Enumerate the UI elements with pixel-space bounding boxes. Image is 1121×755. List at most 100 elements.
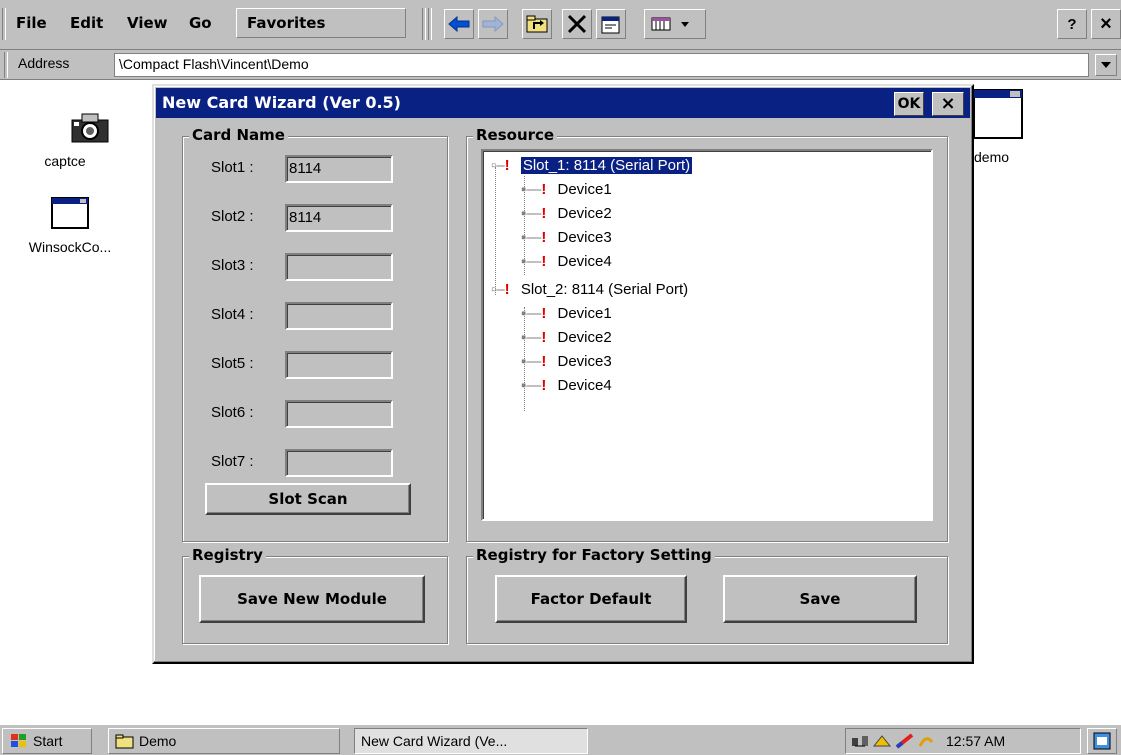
help-button[interactable]: ? bbox=[1057, 9, 1087, 39]
slot5-field[interactable] bbox=[285, 351, 393, 379]
tree-branch-icon: ▪— bbox=[521, 229, 542, 246]
tree-node-device[interactable]: ▪—! Device4 bbox=[521, 251, 612, 273]
slot2-label: Slot2 : bbox=[211, 208, 254, 225]
dialog-close-button[interactable]: × bbox=[932, 92, 964, 116]
address-input[interactable]: \Compact Flash\Vincent\Demo bbox=[114, 53, 1089, 77]
menu-bar: File Edit View Go Favorites ? × bbox=[0, 0, 1121, 50]
tree-node-label: Device1 bbox=[557, 181, 612, 198]
slot-scan-button[interactable]: Slot Scan bbox=[205, 483, 411, 515]
tree-branch-icon: ▪— bbox=[521, 253, 542, 270]
window-close-button[interactable]: × bbox=[1091, 9, 1121, 39]
warning-icon: ! bbox=[541, 329, 547, 346]
address-dropdown-button[interactable] bbox=[1095, 54, 1117, 76]
dialog-title: New Card Wizard (Ver 0.5) bbox=[162, 93, 401, 112]
desktop-icon-captce[interactable]: captce bbox=[36, 110, 136, 169]
slot1-field[interactable]: 8114 bbox=[285, 155, 393, 183]
taskbar-demo-button[interactable]: Demo bbox=[108, 728, 340, 754]
tree-branch-icon: ▪— bbox=[521, 377, 542, 394]
dialog-titlebar[interactable]: New Card Wizard (Ver 0.5) OK × bbox=[156, 88, 970, 118]
view-menu-button[interactable] bbox=[644, 9, 706, 39]
tree-node-device[interactable]: ▪—! Device1 bbox=[521, 179, 612, 201]
tree-node-label: Device4 bbox=[557, 377, 612, 394]
slot3-field[interactable] bbox=[285, 253, 393, 281]
save-new-module-label: Save New Module bbox=[237, 590, 387, 608]
resource-tree[interactable]: ▫–! Slot_1: 8114 (Serial Port) ▪—! Devic… bbox=[481, 149, 933, 521]
factor-default-button[interactable]: Factor Default bbox=[495, 575, 687, 623]
delete-button[interactable] bbox=[562, 9, 592, 39]
tree-node-device[interactable]: ▪—! Device1 bbox=[521, 303, 612, 325]
slot2-field[interactable]: 8114 bbox=[285, 204, 393, 232]
card-name-title: Card Name bbox=[189, 126, 288, 144]
desktop-switch-button[interactable] bbox=[1087, 728, 1117, 754]
pen-icon[interactable] bbox=[894, 732, 916, 750]
slot4-label: Slot4 : bbox=[211, 306, 254, 323]
properties-icon bbox=[601, 16, 620, 34]
factory-save-button[interactable]: Save bbox=[723, 575, 917, 623]
tree-node-label: Device4 bbox=[557, 253, 612, 270]
save-new-module-button[interactable]: Save New Module bbox=[199, 575, 425, 623]
slot6-field[interactable] bbox=[285, 400, 393, 428]
slot4-field[interactable] bbox=[285, 302, 393, 330]
menu-edit[interactable]: Edit bbox=[70, 10, 103, 36]
tree-node-device[interactable]: ▪—! Device3 bbox=[521, 227, 612, 249]
address-bar: Address \Compact Flash\Vincent\Demo bbox=[0, 50, 1121, 80]
addressbar-grip[interactable] bbox=[4, 52, 8, 78]
collapse-icon: ▫– bbox=[491, 157, 505, 174]
close-icon: × bbox=[940, 93, 956, 114]
taskbar-wizard-button[interactable]: New Card Wizard (Ve... bbox=[354, 728, 588, 754]
menu-favorites[interactable]: Favorites bbox=[236, 8, 406, 38]
usb-icon[interactable] bbox=[872, 732, 894, 750]
tree-node-slot2[interactable]: ▫–! Slot_2: 8114 (Serial Port) bbox=[491, 279, 688, 301]
toolbar-grip-2[interactable] bbox=[428, 8, 432, 40]
slot7-field[interactable] bbox=[285, 449, 393, 477]
tree-node-device[interactable]: ▪—! Device3 bbox=[521, 351, 612, 373]
resource-title: Resource bbox=[473, 126, 558, 144]
menu-view[interactable]: View bbox=[127, 10, 168, 36]
start-button[interactable]: Start bbox=[2, 728, 92, 754]
power-icon[interactable] bbox=[916, 732, 938, 750]
back-button[interactable] bbox=[444, 9, 474, 39]
warning-icon: ! bbox=[541, 181, 547, 198]
tree-node-device[interactable]: ▪—! Device4 bbox=[521, 375, 612, 397]
address-label: Address bbox=[18, 55, 70, 71]
dialog-ok-button[interactable]: OK bbox=[894, 92, 924, 116]
back-arrow-icon bbox=[448, 16, 470, 32]
slot-scan-label: Slot Scan bbox=[268, 490, 348, 508]
forward-button[interactable] bbox=[478, 9, 508, 39]
tree-node-label: Device2 bbox=[557, 205, 612, 222]
menu-favorites-label: Favorites bbox=[247, 14, 326, 32]
menu-file[interactable]: File bbox=[16, 10, 47, 36]
warning-icon: ! bbox=[541, 305, 547, 322]
camera-icon bbox=[71, 113, 109, 143]
menubar-grip[interactable] bbox=[2, 8, 6, 40]
desktop-icon-label: WinsockCo... bbox=[28, 239, 112, 255]
tree-branch-icon: ▪— bbox=[521, 329, 542, 346]
clock[interactable]: 12:57 AM bbox=[946, 733, 1005, 749]
tree-node-device[interactable]: ▪—! Device2 bbox=[521, 203, 612, 225]
desktop-icon-winsock[interactable]: WinsockCo... bbox=[0, 196, 140, 255]
warning-icon: ! bbox=[504, 157, 510, 174]
slot3-label: Slot3 : bbox=[211, 257, 254, 274]
factory-save-label: Save bbox=[799, 590, 841, 608]
tree-node-label: Device3 bbox=[557, 229, 612, 246]
help-icon: ? bbox=[1067, 15, 1077, 33]
tree-node-label: Device1 bbox=[557, 305, 612, 322]
tree-node-label: Device2 bbox=[557, 329, 612, 346]
slot7-label: Slot7 : bbox=[211, 453, 254, 470]
warning-icon: ! bbox=[541, 253, 547, 270]
taskbar-demo-label: Demo bbox=[139, 733, 177, 749]
network-icon[interactable] bbox=[850, 732, 872, 750]
toolbar-grip[interactable] bbox=[422, 8, 426, 40]
desktop-icon-demo[interactable]: demo bbox=[966, 88, 1066, 165]
tree-node-device[interactable]: ▪—! Device2 bbox=[521, 327, 612, 349]
factory-setting-group: Registry for Factory Setting Factor Defa… bbox=[466, 546, 948, 644]
properties-button[interactable] bbox=[596, 9, 626, 39]
system-tray: 12:57 AM bbox=[845, 728, 1081, 754]
taskbar-wizard-label: New Card Wizard (Ve... bbox=[361, 733, 508, 749]
menu-go[interactable]: Go bbox=[189, 10, 212, 36]
up-folder-button[interactable] bbox=[522, 9, 552, 39]
up-folder-icon bbox=[526, 15, 548, 33]
registry-title: Registry bbox=[189, 546, 266, 564]
ok-label: OK bbox=[897, 96, 921, 112]
tree-node-slot1[interactable]: ▫–! Slot_1: 8114 (Serial Port) bbox=[491, 155, 694, 177]
